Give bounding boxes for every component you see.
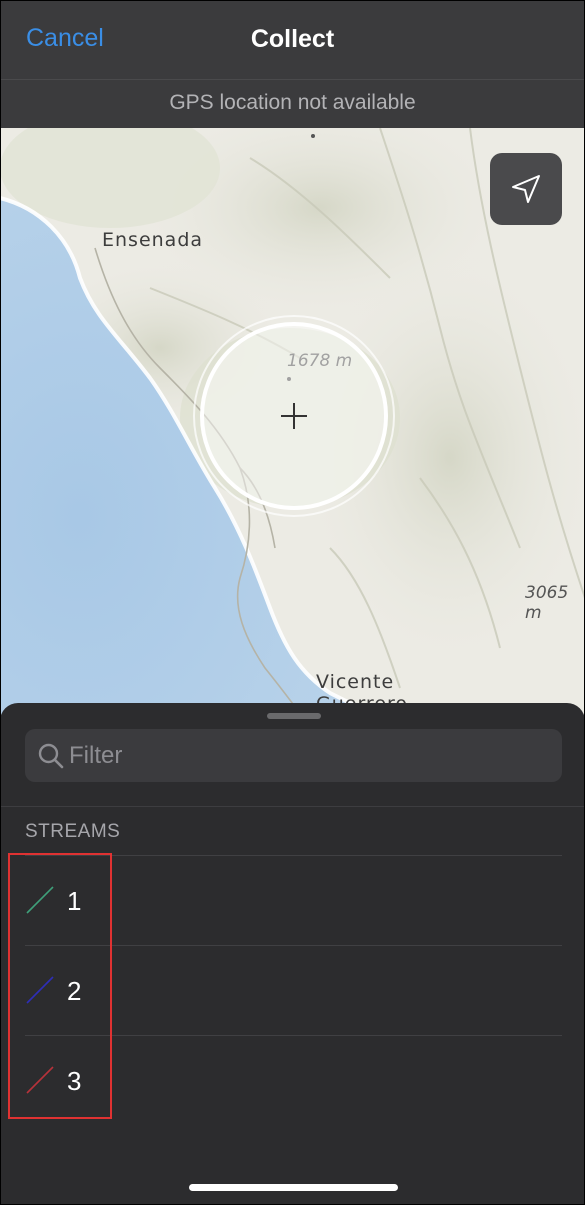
filter-search-bar: [25, 729, 562, 782]
map-label-elevation-right: 3065 m: [525, 583, 569, 623]
line-symbol-icon: [26, 1066, 54, 1094]
basemap[interactable]: Ensenada 1678 m 3065 m Vicente Guerrero: [0, 128, 585, 728]
filter-input[interactable]: [69, 729, 549, 782]
navigation-bar: Cancel Collect: [0, 0, 585, 80]
stream-row-2[interactable]: 2: [0, 945, 585, 1035]
gps-status-banner: GPS location not available: [0, 80, 585, 128]
map-label-vicente: Vicente: [316, 671, 395, 693]
collect-screen: Ensenada 1678 m 3065 m Vicente Guerrero …: [0, 0, 585, 1205]
stream-row-1[interactable]: 1: [0, 855, 585, 945]
row-divider: [25, 855, 562, 856]
stream-row-3[interactable]: 3: [0, 1035, 585, 1125]
row-divider: [25, 945, 562, 946]
line-symbol-icon: [26, 976, 54, 1004]
location-arrow-icon: [512, 175, 540, 203]
bottom-sheet: STREAMS 1 2 3: [0, 703, 585, 1205]
crosshair-icon: [193, 315, 395, 517]
line-symbol-icon: [26, 886, 54, 914]
page-title: Collect: [250, 25, 335, 53]
stream-label: 1: [67, 886, 82, 916]
streams-list: 1 2 3: [0, 855, 585, 1125]
locate-me-button[interactable]: [490, 153, 562, 225]
map-label-ensenada: Ensenada: [102, 229, 204, 251]
home-indicator[interactable]: [189, 1184, 398, 1191]
magnifier-icon: [38, 743, 64, 769]
section-header-streams: STREAMS: [25, 821, 121, 842]
stream-label: 3: [67, 1066, 82, 1096]
divider: [0, 806, 585, 807]
row-divider: [25, 1035, 562, 1036]
sheet-grabber-handle[interactable]: [267, 713, 321, 719]
collection-reticle: [192, 314, 396, 518]
stream-label: 2: [67, 976, 82, 1006]
